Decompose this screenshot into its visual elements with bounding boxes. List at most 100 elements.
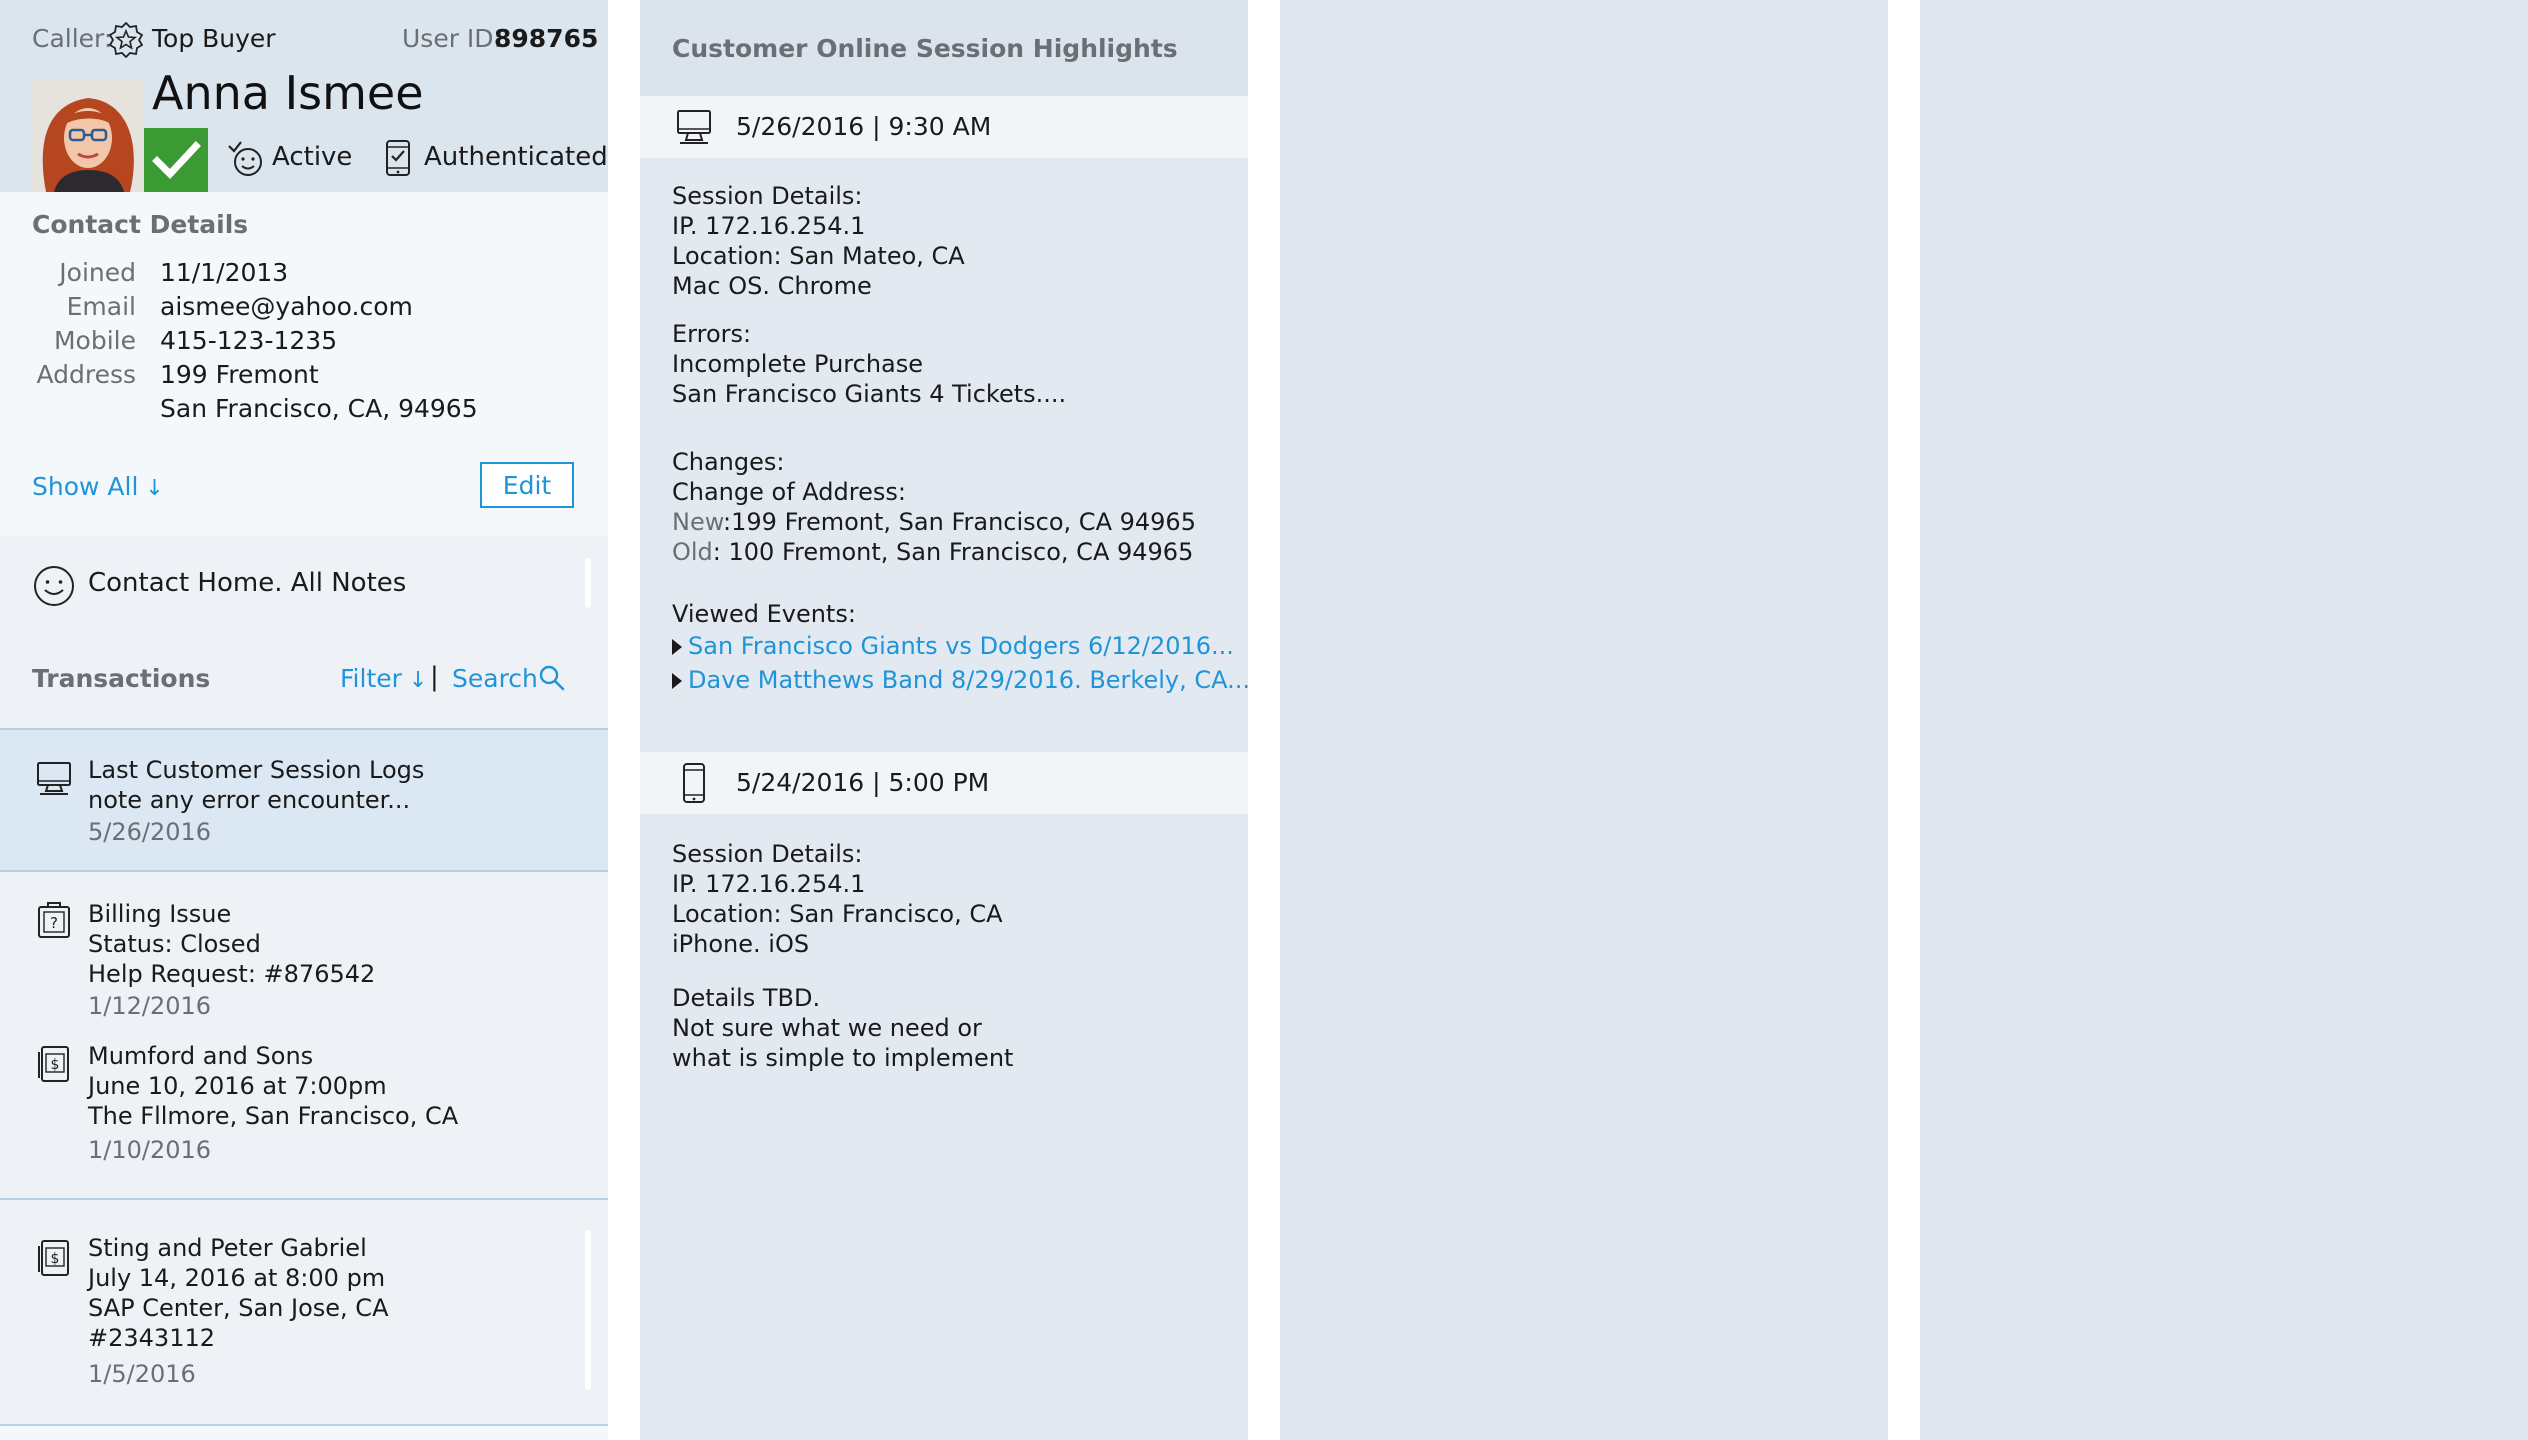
filter-button[interactable]: Filter ↓ [340,664,427,693]
viewed-events-title: Viewed Events: [672,600,856,628]
filter-label: Filter [340,664,402,693]
new-label: New [672,508,724,536]
monitor-icon [677,110,711,144]
session-panel-title: Customer Online Session Highlights [672,34,1178,63]
help-ticket-icon: ? [38,902,70,938]
transaction-datetime: July 14, 2016 at 8:00 pm [88,1264,386,1292]
transaction-group: ? Billing Issue Status: Closed Help Requ… [0,872,608,1200]
transaction-title[interactable]: Billing Issue [88,900,231,928]
contact-notes-link[interactable]: Contact Home. All Notes [88,568,406,598]
smiley-icon [34,566,74,606]
address-line2: San Francisco, CA, 94965 [160,394,478,423]
old-value: : 100 Fremont, San Francisco, CA 94965 [712,538,1194,566]
error-text: Incomplete Purchase [672,350,924,378]
session-location: Location: San Mateo, CA [672,242,965,270]
session-datetime: 5/26/2016 | 9:30 AM [736,112,992,141]
errors-title: Errors: [672,320,752,348]
caller-name: Anna Ismee [152,66,424,120]
user-id-label: User ID: [402,24,502,53]
email-label: Email [66,292,136,321]
toolbar-divider: | [430,662,439,692]
ticket-dollar-icon: $ [38,1046,69,1082]
contact-details-title: Contact Details [32,210,249,239]
transaction-status: Status: Closed [88,930,261,958]
new-value: :199 Fremont, San Francisco, CA 94965 [723,508,1196,536]
triangle-right-icon [672,673,682,689]
notes-section: Contact Home. All Notes Transactions Fil… [0,536,608,728]
arrow-down-icon: ↓ [401,668,428,693]
viewed-event-item[interactable]: San Francisco Giants vs Dodgers 6/12/201… [672,632,1234,660]
transactions-scrollbar[interactable] [585,1230,591,1390]
notes-scrollbar[interactable] [585,558,591,608]
edit-button[interactable]: Edit [480,462,574,508]
session-details-title: Session Details: [672,840,863,868]
transaction-date: 5/26/2016 [88,818,212,846]
session-header[interactable]: 5/26/2016 | 9:30 AM [640,96,1248,158]
viewed-event-link[interactable]: Dave Matthews Band 8/29/2016. Berkely, C… [688,666,1250,694]
transaction-item-sting[interactable]: $ Sting and Peter Gabriel July 14, 2016 … [0,1200,608,1426]
transaction-note: note any error encounter... [88,786,411,814]
ticket-dollar-icon: $ [38,1240,69,1276]
avatar [32,80,144,192]
authenticated-phone-icon [386,140,410,176]
transaction-item-session-logs[interactable]: Last Customer Session Logs note any erro… [0,728,608,872]
session-highlights-panel: Customer Online Session Highlights 5/26/… [640,0,1250,1440]
transaction-date: 1/10/2016 [88,1136,212,1164]
address-line1: 199 Fremont [160,360,319,389]
active-status-icon [228,141,262,176]
session-note-line2: what is simple to implement [672,1044,1014,1072]
viewed-event-item[interactable]: Dave Matthews Band 8/29/2016. Berkely, C… [672,666,1250,694]
session-ip: IP. 172.16.254.1 [672,212,866,240]
transaction-title: Last Customer Session Logs [88,756,425,784]
checkmark-icon [152,141,201,180]
svg-text:?: ? [50,914,58,932]
session-platform: Mac OS. Chrome [672,272,872,300]
joined-value: 11/1/2013 [160,258,289,287]
transactions-title: Transactions [32,664,211,693]
transaction-title: Sting and Peter Gabriel [88,1234,367,1262]
transaction-request-id: Help Request: #876542 [88,960,376,988]
caller-label: Caller: [32,24,113,53]
old-label: Old [672,538,713,566]
award-badge-icon [108,21,144,59]
caller-tier: Top Buyer [152,24,276,53]
svg-text:$: $ [51,1251,60,1267]
session-location: Location: San Francisco, CA [672,900,1003,928]
address-label: Address [36,360,136,389]
show-all-link[interactable]: Show All ↓ [32,472,164,501]
search-button[interactable]: Search [452,664,538,693]
customer-panel: Caller: Top Buyer User ID: 898765 Anna I… [0,0,608,1440]
session-platform: iPhone. iOS [672,930,810,958]
session-datetime: 5/24/2016 | 5:00 PM [736,768,990,797]
empty-panel [1920,0,2528,1440]
user-id-value: 898765 [494,24,599,53]
active-label: Active [272,142,353,172]
session-panel-header: Customer Online Session Highlights [640,0,1248,96]
mobile-label: Mobile [53,326,136,355]
mobile-value[interactable]: 415-123-1235 [160,326,337,355]
search-icon[interactable] [538,664,566,692]
session-details-title: Session Details: [672,182,863,210]
transaction-venue: SAP Center, San Jose, CA [88,1294,389,1322]
transaction-venue: The Fllmore, San Francisco, CA [88,1102,459,1130]
change-old: Old: 100 Fremont, San Francisco, CA 9496… [672,538,1193,566]
show-all-label: Show All [32,472,139,501]
email-value[interactable]: aismee@yahoo.com [160,292,413,321]
caller-header: Caller: Top Buyer User ID: 898765 Anna I… [0,0,608,192]
monitor-icon [37,762,71,795]
session-ip: IP. 172.16.254.1 [672,870,866,898]
session-note-line1: Not sure what we need or [672,1014,982,1042]
viewed-event-link[interactable]: San Francisco Giants vs Dodgers 6/12/201… [688,632,1234,660]
transaction-title[interactable]: Mumford and Sons [88,1042,313,1070]
joined-label: Joined [59,258,136,287]
transaction-datetime: June 10, 2016 at 7:00pm [88,1072,387,1100]
verified-check [144,128,208,192]
error-event-link[interactable]: San Francisco Giants 4 Tickets.... [672,380,1066,408]
svg-text:$: $ [51,1057,60,1073]
arrow-down-icon: ↓ [138,476,164,501]
session-header[interactable]: 5/24/2016 | 5:00 PM [640,752,1248,814]
triangle-right-icon [672,639,682,655]
transaction-date: 1/12/2016 [88,992,212,1020]
mobile-phone-icon [683,763,705,803]
transaction-order-id: #2343112 [88,1324,215,1352]
